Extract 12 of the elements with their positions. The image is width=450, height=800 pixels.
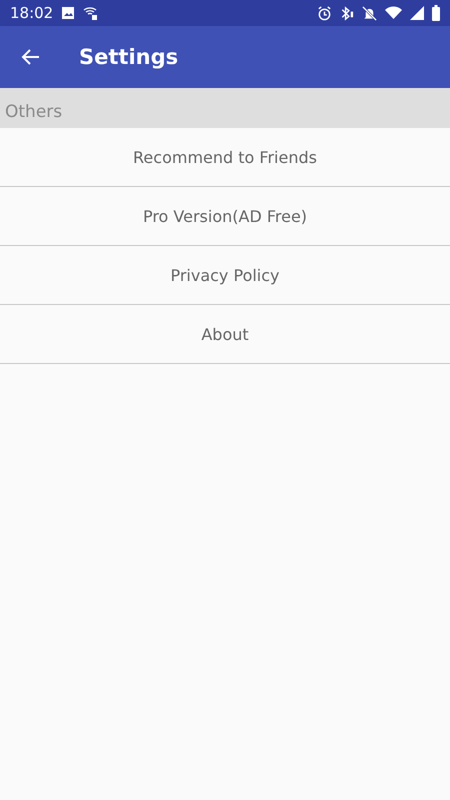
- bluetooth-icon: [340, 6, 354, 20]
- screen-title: Settings: [79, 45, 178, 69]
- signal-icon: [410, 6, 424, 20]
- alarm-icon: [317, 6, 332, 20]
- wifi-icon: [385, 6, 402, 20]
- status-time: 18:02: [10, 4, 54, 22]
- image-icon: [61, 6, 76, 20]
- wireless-icon: [83, 5, 100, 21]
- back-button[interactable]: [21, 47, 41, 67]
- battery-icon: [432, 5, 440, 21]
- bell-off-icon: [362, 6, 377, 20]
- section-title: Others: [5, 102, 62, 122]
